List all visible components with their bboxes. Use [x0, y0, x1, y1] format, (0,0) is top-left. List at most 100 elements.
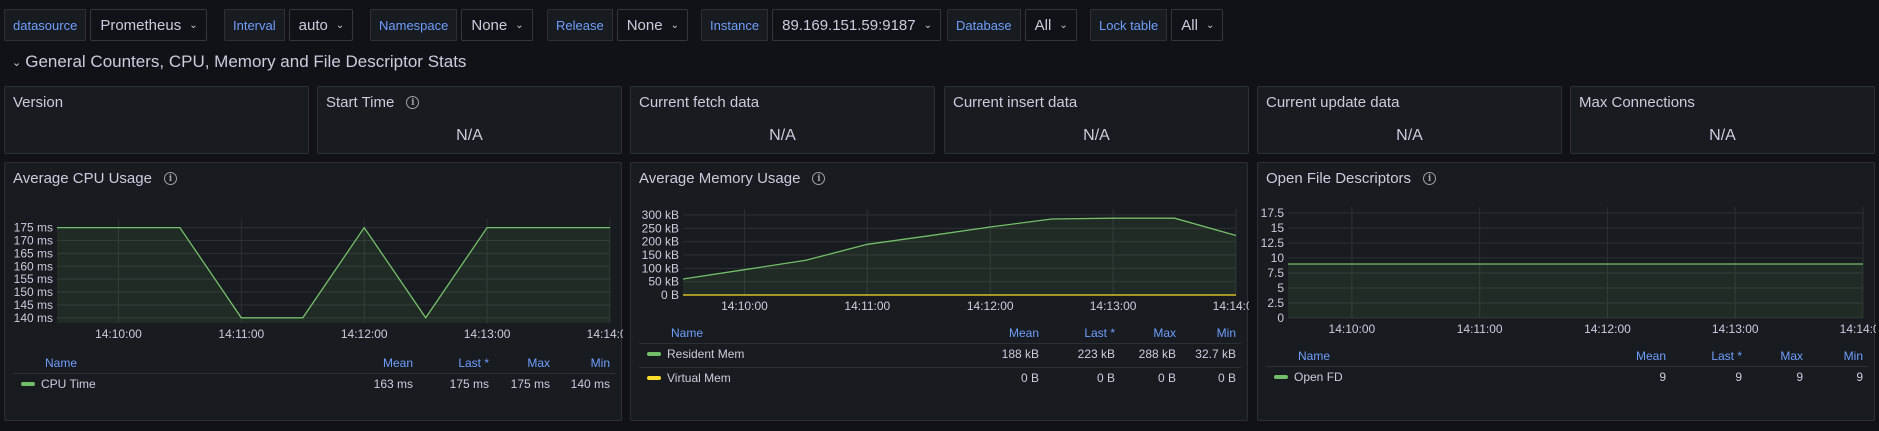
- database-select[interactable]: All ⌄: [1024, 9, 1077, 41]
- legend-header: Name Mean Last * Max Min: [631, 323, 1249, 343]
- chevron-down-icon: ⌄: [923, 19, 933, 31]
- legend-value-min: 9: [1856, 370, 1863, 384]
- chevron-down-icon: ⌄: [670, 19, 679, 31]
- release-select[interactable]: None ⌄: [616, 9, 688, 41]
- info-icon[interactable]: i: [406, 96, 420, 109]
- y-tick-label: 155 ms: [14, 272, 53, 286]
- var-instance: Instance 89.169.151.59:9187 ⌄: [701, 9, 942, 41]
- chevron-down-icon: ⌄: [1059, 19, 1068, 31]
- stat-panel-max-connections: Max Connections N/A: [1570, 86, 1875, 154]
- legend-col-last[interactable]: Last *: [458, 356, 489, 370]
- series-area: [57, 227, 610, 323]
- legend-col-max[interactable]: Max: [527, 356, 550, 370]
- legend-series-name[interactable]: Open FD: [1274, 370, 1343, 384]
- interval-select[interactable]: auto ⌄: [288, 9, 354, 41]
- y-tick-label: 140 ms: [14, 311, 53, 325]
- info-icon[interactable]: i: [812, 172, 826, 185]
- legend-row[interactable]: Resident Mem 188 kB 223 kB 288 kB 32.7 kB: [639, 343, 1241, 363]
- legend-col-name[interactable]: Name: [45, 356, 77, 370]
- y-tick-label: 200 kB: [642, 235, 679, 249]
- namespace-select[interactable]: None ⌄: [461, 9, 533, 41]
- info-icon[interactable]: i: [1423, 172, 1437, 185]
- legend-col-min[interactable]: Min: [1217, 326, 1236, 340]
- var-label-database: Database: [947, 9, 1021, 41]
- var-lock-table: Lock table All ⌄: [1090, 9, 1224, 41]
- legend-col-mean[interactable]: Mean: [1009, 326, 1039, 340]
- legend-swatch-icon: [21, 382, 35, 386]
- x-tick-label: 14:10:00: [1329, 322, 1376, 336]
- panel-title: Version: [13, 94, 63, 111]
- legend-value-min: 140 ms: [570, 377, 610, 391]
- row-header[interactable]: ⌄ General Counters, CPU, Memory and File…: [12, 52, 466, 72]
- stat-value: N/A: [769, 127, 796, 144]
- legend-col-name[interactable]: Name: [671, 326, 703, 340]
- x-tick-label: 14:10:00: [721, 299, 768, 313]
- stat-title: Version: [13, 94, 64, 111]
- legend-col-last[interactable]: Last *: [1711, 349, 1742, 363]
- legend-value-last: 0 B: [1096, 371, 1115, 385]
- instance-select[interactable]: 89.169.151.59:9187 ⌄: [772, 9, 942, 41]
- legend-series-name[interactable]: Virtual Mem: [647, 371, 731, 385]
- info-icon[interactable]: i: [163, 172, 177, 185]
- legend-value-mean: 9: [1659, 370, 1666, 384]
- var-label-datasource: datasource: [4, 9, 87, 41]
- legend-value-max: 9: [1796, 370, 1803, 384]
- y-tick-label: 7.5: [1267, 266, 1284, 280]
- legend-row[interactable]: CPU Time 163 ms 175 ms 175 ms 140 ms: [13, 373, 615, 393]
- x-tick-label: 14:11:00: [1457, 322, 1503, 336]
- lock-table-select[interactable]: All ⌄: [1171, 9, 1224, 41]
- legend-label: CPU Time: [41, 377, 96, 391]
- panel-title: Current insert data: [953, 94, 1077, 111]
- series-area: [683, 218, 1236, 295]
- y-tick-label: 100 kB: [642, 261, 679, 275]
- legend-col-max[interactable]: Max: [1780, 349, 1803, 363]
- y-tick-label: 160 ms: [14, 259, 53, 273]
- chart-svg: 0 B50 kB100 kB150 kB200 kB250 kB300 kB 14…: [642, 208, 1249, 313]
- legend-col-last[interactable]: Last *: [1084, 326, 1115, 340]
- x-tick-label: 14:10:00: [95, 327, 142, 341]
- y-tick-label: 250 kB: [642, 221, 679, 235]
- timeseries-panel-open-fd: Open File Descriptors i 0 2.5 5 7.5 10 12.5 15 1…: [1257, 162, 1876, 421]
- x-tick-label: 14:12:00: [967, 299, 1014, 313]
- legend-value-max: 0 B: [1157, 371, 1176, 385]
- legend-label: Resident Mem: [667, 347, 745, 361]
- variables-toolbar: datasource Prometheus ⌄ Interval auto ⌄ Na…: [0, 0, 1879, 48]
- legend-row[interactable]: Virtual Mem 0 B 0 B 0 B 0 B: [639, 367, 1241, 387]
- datasource-select[interactable]: Prometheus ⌄: [90, 9, 207, 41]
- legend-col-mean[interactable]: Mean: [383, 356, 413, 370]
- var-label-interval: Interval: [224, 9, 285, 41]
- chevron-down-icon: ⌄: [1205, 19, 1215, 31]
- datasource-value: Prometheus: [100, 16, 182, 34]
- stat-panel-current-fetch: Current fetch data N/A: [630, 86, 935, 154]
- legend-label: Virtual Mem: [667, 371, 731, 385]
- var-datasource: datasource Prometheus ⌄: [4, 9, 207, 41]
- panel-title: Open File Descriptors i: [1266, 170, 1437, 187]
- legend-value-max: 288 kB: [1138, 347, 1176, 361]
- chevron-down-icon: ⌄: [12, 56, 22, 69]
- legend-col-min[interactable]: Min: [591, 356, 610, 370]
- legend-col-name[interactable]: Name: [1298, 349, 1330, 363]
- legend-value-last: 175 ms: [449, 377, 489, 391]
- legend-col-max[interactable]: Max: [1153, 326, 1176, 340]
- var-label-lock-table: Lock table: [1090, 9, 1168, 41]
- legend-swatch-icon: [1274, 375, 1288, 379]
- var-label-release: Release: [547, 9, 613, 41]
- y-tick-label: 300 kB: [642, 208, 679, 222]
- legend-series-name[interactable]: Resident Mem: [647, 347, 744, 361]
- stat-panel-current-insert: Current insert data N/A: [944, 86, 1249, 154]
- x-tick-label: 14:12:00: [341, 327, 388, 341]
- namespace-value: None: [471, 16, 508, 34]
- y-tick-label: 175 ms: [14, 221, 53, 235]
- legend-row[interactable]: Open FD 9 9 9 9: [1266, 366, 1868, 386]
- y-tick-label: 10: [1271, 251, 1285, 265]
- legend-col-mean[interactable]: Mean: [1636, 349, 1666, 363]
- row-title: General Counters, CPU, Memory and File D…: [25, 52, 467, 71]
- y-tick-label: 150 ms: [14, 285, 53, 299]
- legend-col-min[interactable]: Min: [1844, 349, 1863, 363]
- legend-series-name[interactable]: CPU Time: [21, 377, 96, 391]
- stat-title: Max Connections: [1579, 94, 1695, 111]
- x-tick-label: 14:11:00: [218, 327, 264, 341]
- y-tick-label: 0: [1277, 311, 1284, 325]
- y-tick-label: 50 kB: [648, 275, 679, 289]
- panel-title: Current update data: [1266, 94, 1399, 111]
